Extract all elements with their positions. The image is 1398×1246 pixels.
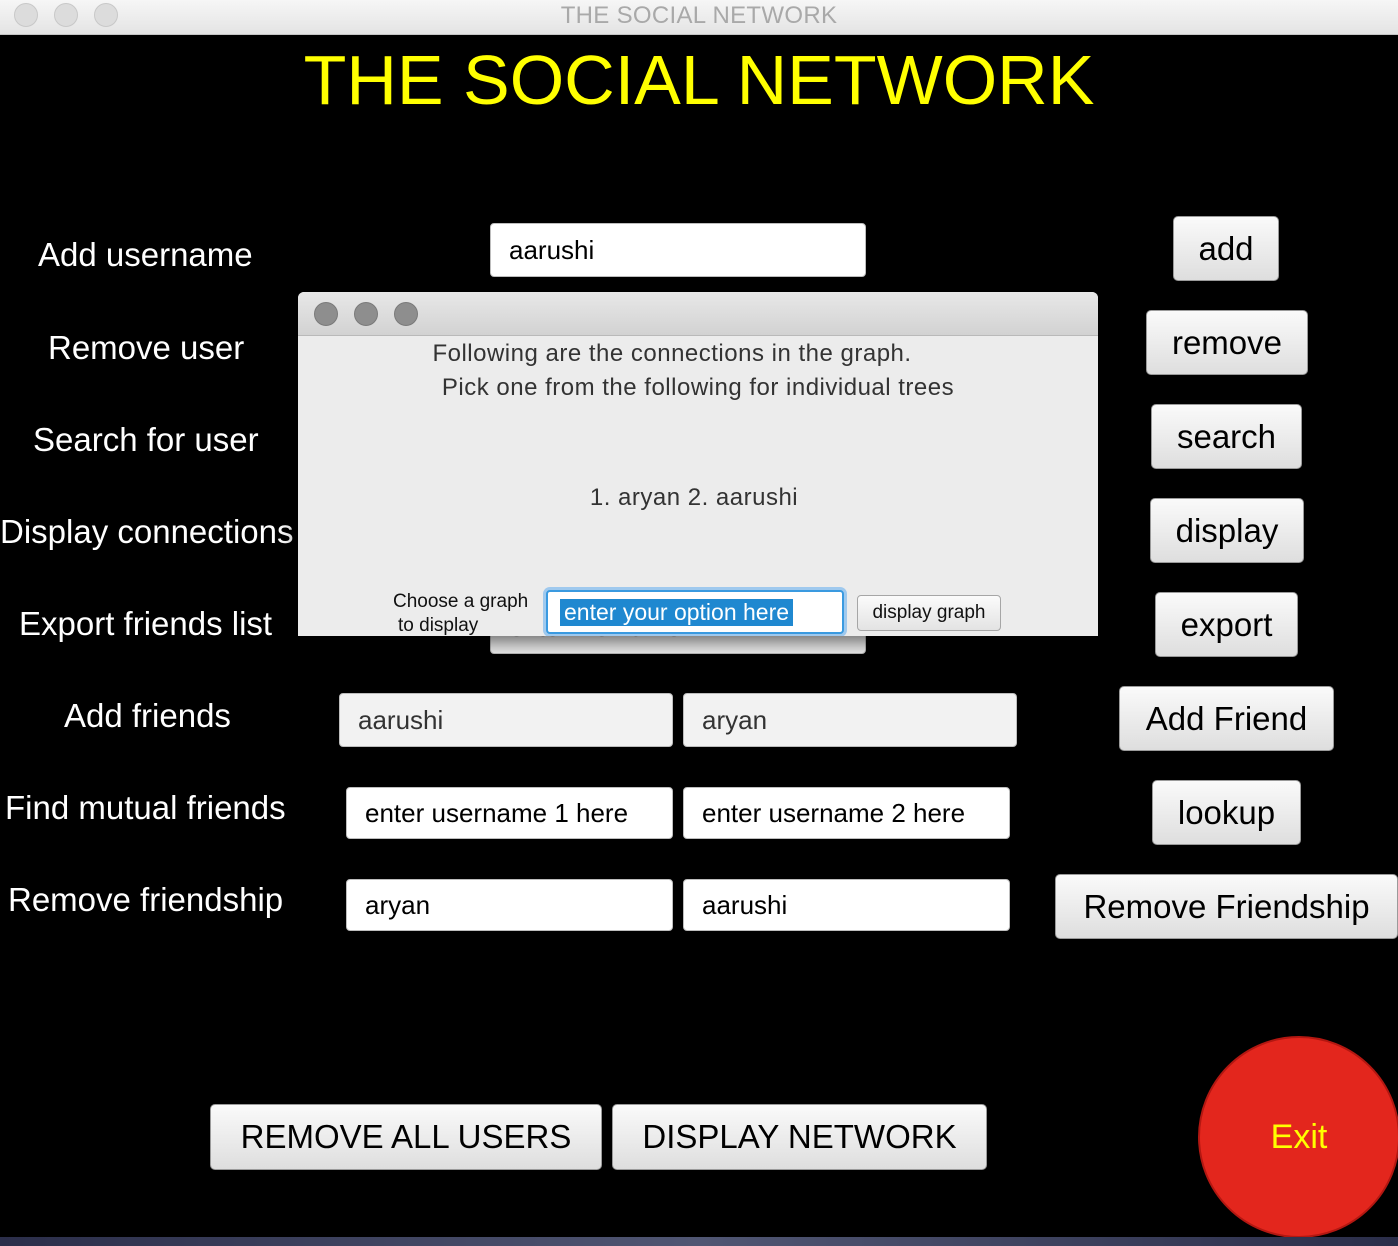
add-friends-label: Add friends [64,697,231,734]
add-friend-button[interactable]: Add Friend [1119,686,1334,751]
remove-user-label: Remove user [48,329,245,366]
add-friend-username2-input[interactable]: aryan [683,693,1017,747]
dialog-close-icon[interactable] [314,302,338,326]
remove-button[interactable]: remove [1146,310,1308,375]
remove-friendship-username2-input[interactable]: aarushi [683,879,1010,931]
dialog-minimize-icon[interactable] [354,302,378,326]
export-friends-label: Export friends list [19,605,273,642]
display-network-button[interactable]: DISPLAY NETWORK [612,1104,987,1170]
connections-dialog: Following are the connections in the gra… [298,292,1098,636]
desktop-strip [0,1237,1398,1246]
add-friend-username1-input[interactable]: aarushi [339,693,673,747]
mutual-friends-label: Find mutual friends [5,789,286,826]
mutual-username1-input[interactable]: enter username 1 here [346,787,673,839]
dialog-options-list: 1. aryan 2. aarushi [589,484,799,511]
mutual-username2-input[interactable]: enter username 2 here [683,787,1010,839]
choose-graph-label-line2: to display [398,615,479,636]
exit-button[interactable]: Exit [1198,1036,1398,1238]
dialog-message-line2: Pick one from the following for individu… [441,374,955,401]
display-button[interactable]: display [1150,498,1304,563]
search-user-label: Search for user [33,421,259,458]
remove-friendship-button[interactable]: Remove Friendship [1055,874,1398,939]
choose-graph-label-line1: Choose a graph [393,591,529,612]
window-titlebar: THE SOCIAL NETWORK [0,0,1398,35]
window-title: THE SOCIAL NETWORK [560,2,838,29]
graph-option-input[interactable]: enter your option here [546,590,844,634]
add-button[interactable]: add [1173,216,1279,281]
add-username-input[interactable]: aarushi [490,223,866,277]
display-graph-button[interactable]: display graph [857,595,1001,631]
search-button[interactable]: search [1151,404,1302,469]
dialog-message-line1: Following are the connections in the gra… [432,340,912,367]
display-connections-label: Display connections [0,513,294,550]
remove-friendship-username1-input[interactable]: aryan [346,879,673,931]
lookup-button[interactable]: lookup [1152,780,1301,845]
graph-option-selected-text: enter your option here [560,598,794,626]
app-title: THE SOCIAL NETWORK [303,41,1095,119]
dialog-titlebar [298,292,1098,336]
remove-all-users-button[interactable]: REMOVE ALL USERS [210,1104,602,1170]
export-button[interactable]: export [1155,592,1298,657]
remove-friendship-label: Remove friendship [8,881,284,918]
choose-graph-label: Choose a graph to display [393,590,528,636]
add-username-label: Add username [38,236,253,273]
dialog-zoom-icon[interactable] [394,302,418,326]
